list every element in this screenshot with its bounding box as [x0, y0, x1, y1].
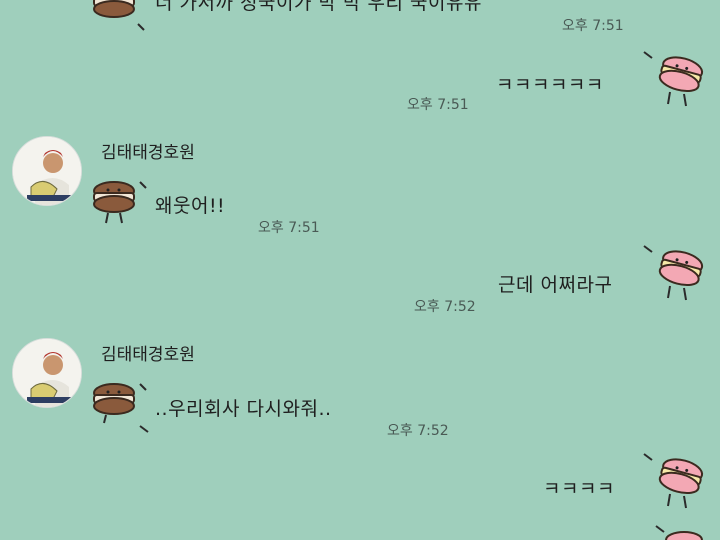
message-time: 오후 7:51 [258, 220, 320, 236]
pink-macaron-sticker [640, 450, 710, 512]
message-text: 왜웃어!! [155, 195, 226, 217]
sender-name: 김태태경호원 [101, 345, 195, 365]
pink-macaron-sticker [640, 48, 710, 110]
pink-macaron-sticker [640, 242, 710, 304]
brown-macaron-sticker [88, 380, 150, 436]
message-text: 너 가서까 정국이가 막 막 우리 국이유유 [155, 0, 482, 14]
sender-name: 김태태경호원 [101, 143, 195, 163]
brown-macaron-sticker [88, 0, 148, 34]
message-time: 오후 7:51 [407, 97, 469, 113]
message-time: 오후 7:51 [562, 18, 624, 34]
message-time: 오후 7:52 [387, 423, 449, 439]
message-text: ㅋㅋㅋㅋ [543, 478, 615, 500]
avatar[interactable] [12, 136, 82, 206]
brown-macaron-sticker [88, 178, 150, 232]
message-time: 오후 7:52 [414, 299, 476, 315]
message-text: ..우리회사 다시와줘.. [155, 398, 332, 420]
pink-macaron-sticker [654, 522, 714, 540]
avatar[interactable] [12, 338, 82, 408]
message-text: ㅋㅋㅋㅋㅋㅋ [496, 74, 604, 96]
message-text: 근데 어쩌라구 [498, 274, 613, 296]
